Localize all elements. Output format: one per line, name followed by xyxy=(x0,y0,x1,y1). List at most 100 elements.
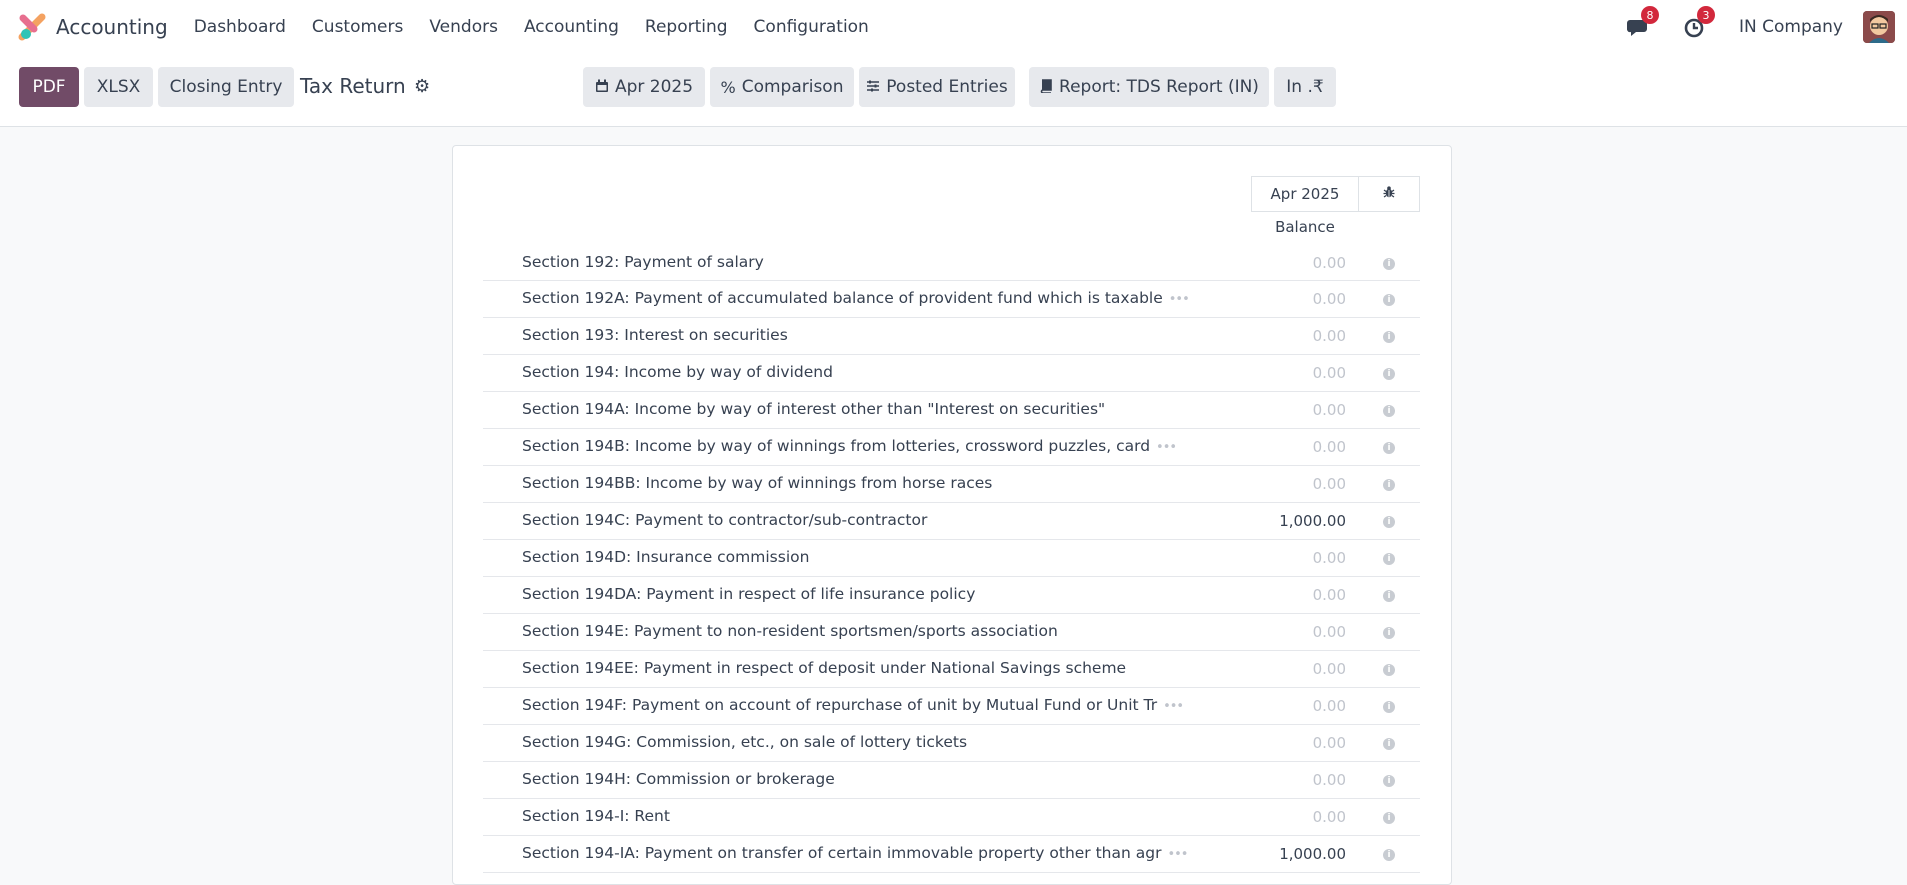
date-filter-button[interactable]: Apr 2025 xyxy=(583,67,705,107)
xlsx-button[interactable]: XLSX xyxy=(84,67,153,107)
report-line[interactable]: Section 192A: Payment of accumulated bal… xyxy=(483,281,1420,318)
info-icon[interactable]: i xyxy=(1383,368,1395,380)
ellipsis-icon[interactable]: ••• xyxy=(1169,292,1190,307)
report-line-text: Section 192: Payment of salary xyxy=(522,253,764,271)
info-icon[interactable]: i xyxy=(1383,701,1395,713)
activities-button[interactable]: 3 xyxy=(1683,6,1715,40)
gear-icon[interactable]: ⚙ xyxy=(414,76,430,97)
report-line[interactable]: Section 193: Interest on securities 0.00 i xyxy=(483,318,1420,355)
menu-vendors[interactable]: Vendors xyxy=(429,17,498,37)
report-line-label[interactable]: Section 194: Income by way of dividend xyxy=(522,363,833,381)
report-line-label[interactable]: Section 193: Interest on securities xyxy=(522,326,788,344)
info-icon[interactable]: i xyxy=(1383,516,1395,528)
report-line-balance: 0.00 xyxy=(1312,586,1346,604)
messages-count-badge: 8 xyxy=(1640,6,1659,24)
info-icon[interactable]: i xyxy=(1383,405,1395,417)
percent-icon: % xyxy=(720,77,736,97)
info-icon[interactable]: i xyxy=(1383,479,1395,491)
currency-button[interactable]: In .₹ xyxy=(1274,67,1336,107)
menu-dashboard[interactable]: Dashboard xyxy=(194,17,286,37)
report-line-label[interactable]: Section 194-I: Rent xyxy=(522,807,670,825)
report-line-text: Section 194F: Payment on account of repu… xyxy=(522,696,1158,714)
report-line-balance[interactable]: 1,000.00 xyxy=(1279,845,1346,863)
messages-button[interactable]: 8 xyxy=(1626,6,1659,40)
report-line-label[interactable]: Section 194H: Commission or brokerage xyxy=(522,770,835,788)
report-line-label[interactable]: Section 194A: Income by way of interest … xyxy=(522,400,1105,418)
report-line[interactable]: Section 194B: Income by way of winnings … xyxy=(483,429,1420,466)
report-line[interactable]: Section 194-I: Rent 0.00 i xyxy=(483,799,1420,836)
report-line-balance: 0.00 xyxy=(1312,254,1346,272)
ellipsis-icon[interactable]: ••• xyxy=(1156,440,1177,455)
report-line[interactable]: Section 194-IA: Payment on transfer of c… xyxy=(483,836,1420,873)
ellipsis-icon[interactable]: ••• xyxy=(1163,699,1184,714)
report-line[interactable]: Section 194C: Payment to contractor/sub-… xyxy=(483,503,1420,540)
report-line[interactable]: Section 194G: Commission, etc., on sale … xyxy=(483,725,1420,762)
report-line[interactable]: Section 194EE: Payment in respect of dep… xyxy=(483,651,1420,688)
posted-entries-button[interactable]: Posted Entries xyxy=(859,67,1015,107)
report-line-text: Section 194-IA: Payment on transfer of c… xyxy=(522,844,1162,862)
report-line[interactable]: Section 194BB: Income by way of winnings… xyxy=(483,466,1420,503)
menu-configuration[interactable]: Configuration xyxy=(754,17,869,37)
report-line-balance[interactable]: 1,000.00 xyxy=(1279,512,1346,530)
ellipsis-icon[interactable]: ••• xyxy=(1167,847,1188,862)
report-line-balance: 0.00 xyxy=(1312,623,1346,641)
period-column-header[interactable]: Apr 2025 xyxy=(1251,176,1359,212)
book-icon xyxy=(1039,78,1053,97)
posted-entries-label: Posted Entries xyxy=(886,77,1008,97)
app-name: Accounting xyxy=(56,15,168,39)
report-line-label[interactable]: Section 194E: Payment to non-resident sp… xyxy=(522,622,1058,640)
info-icon[interactable]: i xyxy=(1383,442,1395,454)
report-line-label[interactable]: Section 192A: Payment of accumulated bal… xyxy=(522,289,1190,307)
report-line-text: Section 194EE: Payment in respect of dep… xyxy=(522,659,1127,677)
report-line-label[interactable]: Section 192: Payment of salary xyxy=(522,253,764,271)
report-line-label[interactable]: Section 194G: Commission, etc., on sale … xyxy=(522,733,967,751)
report-line[interactable]: Section 194: Income by way of dividend 0.… xyxy=(483,355,1420,392)
report-line-label[interactable]: Section 194C: Payment to contractor/sub-… xyxy=(522,511,927,529)
report-line[interactable]: Section 194F: Payment on account of repu… xyxy=(483,688,1420,725)
info-icon[interactable]: i xyxy=(1383,553,1395,565)
info-icon[interactable]: i xyxy=(1383,590,1395,602)
report-line[interactable]: Section 194DA: Payment in respect of lif… xyxy=(483,577,1420,614)
report-line-balance: 0.00 xyxy=(1312,660,1346,678)
report-line[interactable]: Section 192: Payment of salary 0.00 i xyxy=(483,245,1420,281)
report-line-label[interactable]: Section 194D: Insurance commission xyxy=(522,548,809,566)
report-line-balance: 0.00 xyxy=(1312,327,1346,345)
report-line[interactable]: Section 194E: Payment to non-resident sp… xyxy=(483,614,1420,651)
report-line-balance: 0.00 xyxy=(1312,401,1346,419)
app-brand[interactable]: Accounting xyxy=(18,13,168,41)
report-line[interactable]: Section 194A: Income by way of interest … xyxy=(483,392,1420,429)
user-avatar[interactable] xyxy=(1863,11,1895,43)
top-navbar: Accounting Dashboard Customers Vendors A… xyxy=(0,0,1907,54)
report-line-label[interactable]: Section 194DA: Payment in respect of lif… xyxy=(522,585,975,603)
info-icon[interactable]: i xyxy=(1383,331,1395,343)
info-icon[interactable]: i xyxy=(1383,294,1395,306)
report-lines: Section 192: Payment of salary 0.00 i Secti… xyxy=(483,245,1420,873)
comparison-button[interactable]: % Comparison xyxy=(710,67,854,107)
debug-column-header[interactable] xyxy=(1358,176,1420,212)
report-line-text: Section 192A: Payment of accumulated bal… xyxy=(522,289,1163,307)
info-icon[interactable]: i xyxy=(1383,258,1395,270)
report-line-label[interactable]: Section 194F: Payment on account of repu… xyxy=(522,696,1184,714)
report-line-label[interactable]: Section 194EE: Payment in respect of dep… xyxy=(522,659,1126,677)
page-title: Tax Return xyxy=(300,74,406,98)
menu-customers[interactable]: Customers xyxy=(312,17,403,37)
company-switcher[interactable]: IN Company xyxy=(1739,17,1843,37)
report-line[interactable]: Section 194D: Insurance commission 0.00 i xyxy=(483,540,1420,577)
report-line-label[interactable]: Section 194-IA: Payment on transfer of c… xyxy=(522,844,1188,862)
menu-accounting[interactable]: Accounting xyxy=(524,17,619,37)
report-line-balance: 0.00 xyxy=(1312,808,1346,826)
report-line-label[interactable]: Section 194B: Income by way of winnings … xyxy=(522,437,1177,455)
info-icon[interactable]: i xyxy=(1383,849,1395,861)
pdf-button[interactable]: PDF xyxy=(19,67,79,107)
info-icon[interactable]: i xyxy=(1383,775,1395,787)
menu-reporting[interactable]: Reporting xyxy=(645,17,728,37)
report-line[interactable]: Section 194H: Commission or brokerage 0.0… xyxy=(483,762,1420,799)
report-line-label[interactable]: Section 194BB: Income by way of winnings… xyxy=(522,474,992,492)
info-icon[interactable]: i xyxy=(1383,627,1395,639)
report-variant-button[interactable]: Report: TDS Report (IN) xyxy=(1029,67,1269,107)
balance-subheader: Balance xyxy=(1275,218,1335,236)
closing-entry-button[interactable]: Closing Entry xyxy=(158,67,294,107)
info-icon[interactable]: i xyxy=(1383,812,1395,824)
info-icon[interactable]: i xyxy=(1383,664,1395,676)
info-icon[interactable]: i xyxy=(1383,738,1395,750)
